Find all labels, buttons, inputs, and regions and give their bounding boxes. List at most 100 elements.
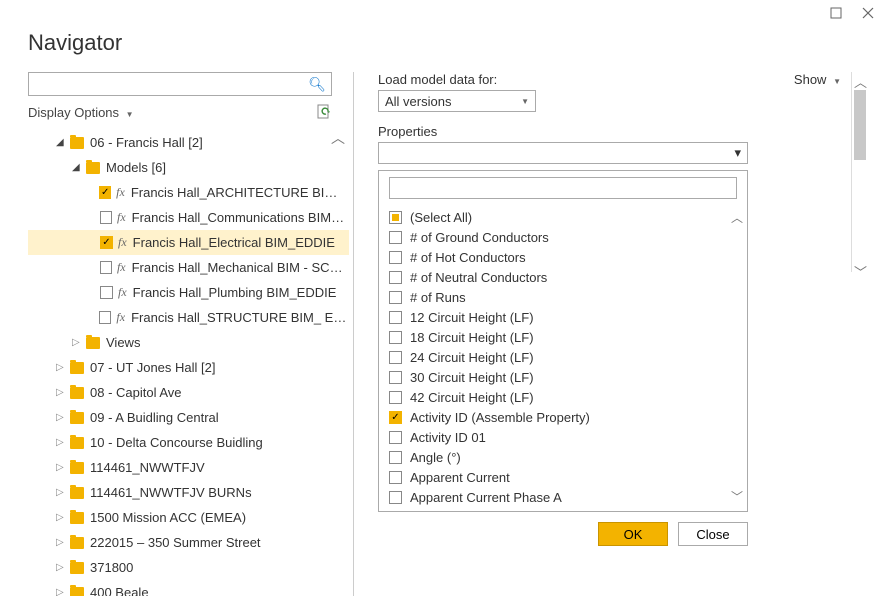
tree-node[interactable]: Views xyxy=(28,330,349,355)
checkbox[interactable] xyxy=(389,251,402,264)
tree-node[interactable]: fxFrancis Hall_ARCHITECTURE BIM_20... xyxy=(28,180,349,205)
expander-icon[interactable] xyxy=(56,587,66,596)
tree-node[interactable]: 371800 xyxy=(28,555,349,580)
expander-icon[interactable] xyxy=(56,412,66,423)
checkbox[interactable] xyxy=(99,186,111,199)
property-item[interactable]: Activity ID (Assemble Property) xyxy=(389,407,747,427)
property-item[interactable]: 30 Circuit Height (LF) xyxy=(389,367,747,387)
scroll-up-icon[interactable]: ︿ xyxy=(854,72,867,91)
checkbox[interactable] xyxy=(389,231,402,244)
search-icon[interactable]: 🔍︎ xyxy=(308,76,326,93)
tree-node[interactable]: 1500 Mission ACC (EMEA) xyxy=(28,505,349,530)
checkbox[interactable] xyxy=(389,211,402,224)
tree-node-label: 06 - Francis Hall [2] xyxy=(90,135,203,150)
property-label: # of Runs xyxy=(410,290,466,305)
tree-node[interactable]: 114461_NWWTFJV xyxy=(28,455,349,480)
fx-icon: fx xyxy=(117,210,126,225)
checkbox[interactable] xyxy=(99,311,111,324)
props-scroll-down-icon[interactable]: ﹀ xyxy=(731,488,743,505)
tree-node[interactable]: fxFrancis Hall_STRUCTURE BIM_ EDDIE xyxy=(28,305,349,330)
refresh-icon[interactable] xyxy=(316,104,332,120)
property-item[interactable]: Angle (°) xyxy=(389,447,747,467)
expander-icon[interactable] xyxy=(56,362,66,373)
expander-icon[interactable] xyxy=(56,537,66,548)
property-item[interactable]: # of Hot Conductors xyxy=(389,247,747,267)
tree-node[interactable]: fxFrancis Hall_Communications BIM_E... xyxy=(28,205,349,230)
checkbox[interactable] xyxy=(389,431,402,444)
property-item[interactable]: 18 Circuit Height (LF) xyxy=(389,327,747,347)
display-options-label: Display Options xyxy=(28,105,119,120)
tree-node[interactable]: 06 - Francis Hall [2] xyxy=(28,130,349,155)
ok-button[interactable]: OK xyxy=(598,522,668,546)
fx-icon: fx xyxy=(118,235,127,250)
checkbox[interactable] xyxy=(100,211,112,224)
tree-node-label: 114461_NWWTFJV xyxy=(90,460,205,475)
search-input[interactable] xyxy=(28,72,332,96)
checkbox[interactable] xyxy=(389,271,402,284)
checkbox[interactable] xyxy=(389,451,402,464)
checkbox[interactable] xyxy=(389,331,402,344)
property-label: (Select All) xyxy=(410,210,472,225)
expander-icon[interactable] xyxy=(56,562,66,573)
expander-icon[interactable] xyxy=(56,437,66,448)
checkbox[interactable] xyxy=(100,286,113,299)
expander-icon[interactable] xyxy=(72,337,82,348)
checkbox[interactable] xyxy=(100,236,113,249)
property-item[interactable]: 42 Circuit Height (LF) xyxy=(389,387,747,407)
tree-node[interactable]: 08 - Capitol Ave xyxy=(28,380,349,405)
tree-node-label: 400 Beale xyxy=(90,585,149,596)
tree-node[interactable]: fxFrancis Hall_Electrical BIM_EDDIE xyxy=(28,230,349,255)
tree-node[interactable]: fxFrancis Hall_Mechanical BIM - SCHE... xyxy=(28,255,349,280)
tree-scroll-up-icon[interactable]: ︿ xyxy=(331,128,345,148)
checkbox[interactable] xyxy=(100,261,112,274)
tree-node[interactable]: 222015 – 350 Summer Street xyxy=(28,530,349,555)
property-item[interactable]: # of Neutral Conductors xyxy=(389,267,747,287)
show-dropdown[interactable]: Show ▼ xyxy=(794,72,841,87)
expander-icon[interactable] xyxy=(56,487,66,498)
checkbox[interactable] xyxy=(389,311,402,324)
tree-node[interactable]: 07 - UT Jones Hall [2] xyxy=(28,355,349,380)
tree-node-label: 08 - Capitol Ave xyxy=(90,385,182,400)
property-item[interactable]: # of Ground Conductors xyxy=(389,227,747,247)
maximize-button[interactable] xyxy=(829,6,843,20)
tree-node[interactable]: 10 - Delta Concourse Buidling xyxy=(28,430,349,455)
property-item[interactable]: Apparent Current xyxy=(389,467,747,487)
property-label: 30 Circuit Height (LF) xyxy=(410,370,534,385)
right-scrollbar: ︿ ﹀ xyxy=(851,72,869,272)
property-item[interactable]: 12 Circuit Height (LF) xyxy=(389,307,747,327)
property-item[interactable]: # of Runs xyxy=(389,287,747,307)
fx-icon: fx xyxy=(117,260,126,275)
properties-search-input[interactable] xyxy=(389,177,737,199)
checkbox[interactable] xyxy=(389,391,402,404)
property-label: Angle (°) xyxy=(410,450,461,465)
expander-icon[interactable] xyxy=(56,137,66,148)
tree-node[interactable]: Models [6] xyxy=(28,155,349,180)
expander-icon[interactable] xyxy=(72,162,82,173)
tree-node[interactable]: 09 - A Buidling Central xyxy=(28,405,349,430)
checkbox[interactable] xyxy=(389,291,402,304)
tree-node[interactable]: fxFrancis Hall_Plumbing BIM_EDDIE xyxy=(28,280,349,305)
tree-node[interactable]: 400 Beale xyxy=(28,580,349,596)
expander-icon[interactable] xyxy=(56,387,66,398)
property-item[interactable]: 24 Circuit Height (LF) xyxy=(389,347,747,367)
checkbox[interactable] xyxy=(389,351,402,364)
property-item[interactable]: Apparent Current Phase A xyxy=(389,487,747,507)
versions-dropdown[interactable]: All versions ▼ xyxy=(378,90,536,112)
close-window-button[interactable] xyxy=(861,6,875,20)
scrollbar-thumb[interactable] xyxy=(854,90,866,160)
properties-dropdown[interactable]: ▾ xyxy=(378,142,748,164)
close-button[interactable]: Close xyxy=(678,522,748,546)
property-item[interactable]: (Select All) xyxy=(389,207,747,227)
checkbox[interactable] xyxy=(389,491,402,504)
display-options-dropdown[interactable]: Display Options ▼ xyxy=(28,105,134,120)
property-item[interactable]: Activity ID 01 xyxy=(389,427,747,447)
checkbox[interactable] xyxy=(389,411,402,424)
checkbox[interactable] xyxy=(389,471,402,484)
tree-node-label: Francis Hall_ARCHITECTURE BIM_20... xyxy=(131,185,347,200)
expander-icon[interactable] xyxy=(56,462,66,473)
expander-icon[interactable] xyxy=(56,512,66,523)
scroll-down-icon[interactable]: ﹀ xyxy=(854,262,867,281)
checkbox[interactable] xyxy=(389,371,402,384)
tree-node[interactable]: 114461_NWWTFJV BURNs xyxy=(28,480,349,505)
props-scroll-up-icon[interactable]: ︿ xyxy=(731,209,743,226)
